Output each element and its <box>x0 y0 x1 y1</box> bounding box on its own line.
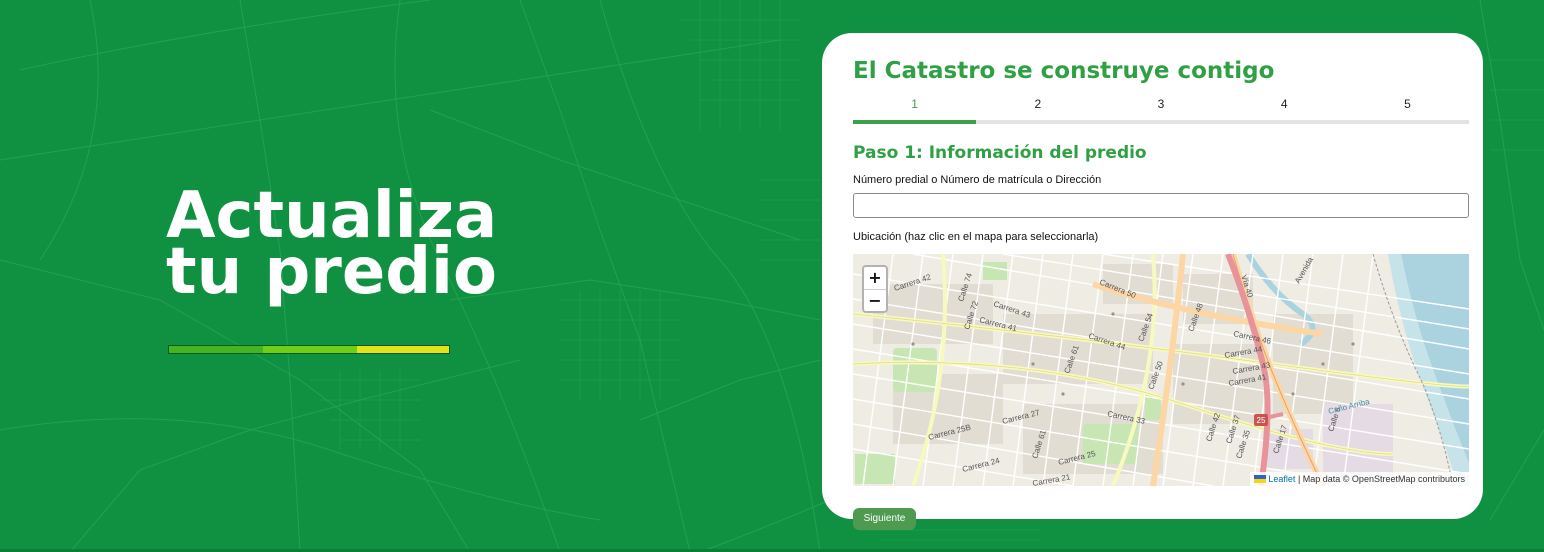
predio-label: Número predial o Número de matrícula o D… <box>853 174 1102 186</box>
ukraine-flag-icon <box>1254 475 1267 483</box>
map-tiles: 25 Carrera 42 Carrera 43 Calle 74 Carrer… <box>853 254 1469 486</box>
accent-segment-1 <box>169 346 263 353</box>
hero-title: Actualiza tu predio <box>166 184 497 309</box>
zoom-out-button[interactable]: − <box>864 290 886 312</box>
stepper: 1 2 3 4 5 <box>853 96 1469 124</box>
accent-segment-3 <box>357 346 449 353</box>
next-button[interactable]: Siguiente <box>853 508 916 530</box>
accent-bar <box>168 345 450 354</box>
map-label: Ubicación (haz clic en el mapa para sele… <box>853 231 1099 243</box>
attribution-text: | Map data © OpenStreetMap contributors <box>1295 474 1465 484</box>
section-title: Paso 1: Información del predio <box>853 143 1147 163</box>
predio-input[interactable] <box>853 193 1469 218</box>
map-attribution: Leaflet | Map data © OpenStreetMap contr… <box>1250 472 1469 486</box>
svg-text:25: 25 <box>1257 416 1266 425</box>
accent-segment-2 <box>263 346 357 353</box>
location-map[interactable]: 25 Carrera 42 Carrera 43 Calle 74 Carrer… <box>853 254 1469 486</box>
hero-title-line-2: tu predio <box>166 235 497 309</box>
form-card: El Catastro se construye contigo 1 2 3 4… <box>822 33 1483 519</box>
map-zoom-control: + − <box>862 265 888 313</box>
form-title: El Catastro se construye contigo <box>853 58 1275 84</box>
stepper-progress <box>853 120 977 124</box>
zoom-in-button[interactable]: + <box>864 267 886 290</box>
leaflet-link[interactable]: Leaflet <box>1268 474 1295 484</box>
